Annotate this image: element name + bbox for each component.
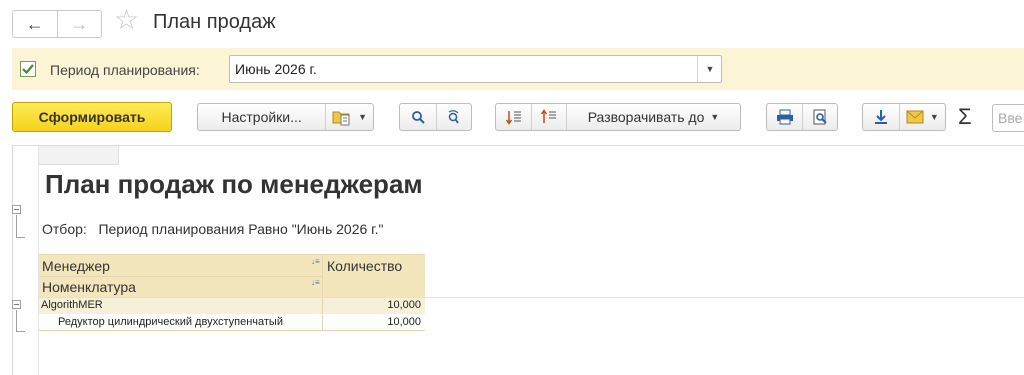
forward-button[interactable]: →: [56, 11, 102, 37]
header-manager-cell[interactable]: Менеджер ↓≡: [39, 255, 322, 276]
save-button[interactable]: [863, 104, 899, 130]
report-title: План продаж по менеджерам: [45, 169, 423, 199]
sort-ascending-icon: [541, 109, 556, 123]
header-nomenclature-cell[interactable]: Номенклатура ↓≡: [39, 277, 322, 297]
report-variants-icon: [332, 111, 350, 126]
print-group: [766, 103, 838, 131]
row-quantity: 10,000: [387, 316, 421, 328]
period-label: Период планирования:: [50, 62, 200, 78]
print-preview-icon: [813, 109, 827, 125]
row-quantity: 10,000: [387, 299, 421, 311]
group-bracket: [16, 215, 25, 238]
settings-button[interactable]: Настройки...: [198, 104, 325, 130]
table-row[interactable]: AlgorithMER 10,000: [39, 298, 425, 314]
download-icon: [874, 110, 887, 124]
export-group: ▼: [862, 103, 946, 131]
sort-icon: ↓≡: [311, 278, 320, 287]
report-left-border: [12, 145, 13, 375]
find-button[interactable]: [400, 104, 436, 130]
report-top-border: [12, 145, 1024, 146]
chevron-down-icon: ▼: [358, 112, 368, 122]
generate-button[interactable]: Сформировать: [12, 102, 172, 132]
chevron-down-icon: ▼: [929, 112, 939, 122]
favorite-star-icon[interactable]: ☆: [114, 6, 139, 34]
find-next-button[interactable]: [435, 104, 472, 130]
header-quantity-cell[interactable]: Количество: [323, 255, 425, 297]
print-preview-button[interactable]: [802, 104, 837, 130]
sort-icon: ↓≡: [311, 257, 320, 266]
table-row[interactable]: Редуктор цилиндрический двухступенчатый …: [39, 315, 425, 331]
search-placeholder: Вве: [998, 110, 1023, 126]
send-email-button[interactable]: ▼: [898, 104, 945, 130]
search-group: [399, 103, 472, 131]
window-title: План продаж: [153, 11, 276, 33]
sum-icon[interactable]: Σ: [958, 104, 972, 130]
chevron-down-icon: ▼: [710, 112, 720, 122]
collapse-group-icon[interactable]: [12, 300, 21, 309]
report-column-header: [39, 146, 119, 165]
printer-icon: [776, 109, 793, 125]
forward-arrow-icon: →: [70, 13, 89, 34]
collapse-group-icon[interactable]: [12, 205, 21, 214]
header-nomenclature: Номенклатура: [42, 279, 136, 295]
group-bracket: [16, 310, 25, 332]
row-item-name: Редуктор цилиндрический двухступенчатый: [58, 316, 283, 328]
chevron-down-icon: ▼: [705, 64, 715, 74]
back-button[interactable]: ←: [13, 11, 57, 37]
back-arrow-icon: ←: [25, 13, 44, 34]
print-button[interactable]: [767, 104, 802, 130]
expand-to-label: Разворачивать до: [587, 109, 705, 125]
period-value: Июнь 2026 г.: [235, 61, 317, 77]
period-checkbox[interactable]: [20, 61, 36, 77]
expand-to-dropdown[interactable]: Разворачивать до ▼: [566, 104, 740, 130]
search-icon: [411, 111, 425, 124]
header-quantity: Количество: [327, 258, 403, 274]
period-dropdown-button[interactable]: ▼: [697, 56, 722, 82]
settings-label: Настройки...: [221, 109, 302, 125]
report-filter: Отбор: Период планирования Равно "Июнь 2…: [42, 221, 384, 237]
row-manager-name: AlgorithMER: [41, 299, 103, 311]
checkmark-icon: [22, 64, 34, 75]
variants-button[interactable]: ▼: [325, 104, 373, 130]
search-next-icon: [448, 110, 459, 124]
sort-desc-button[interactable]: [496, 104, 531, 130]
settings-group: Настройки... ▼: [197, 103, 374, 131]
expand-group: Разворачивать до ▼: [495, 103, 741, 131]
sort-asc-button[interactable]: [531, 104, 566, 130]
navigation-group: ← →: [12, 10, 102, 38]
envelope-icon: [906, 110, 924, 124]
sort-descending-icon: [505, 111, 521, 125]
header-manager: Менеджер: [42, 258, 110, 274]
